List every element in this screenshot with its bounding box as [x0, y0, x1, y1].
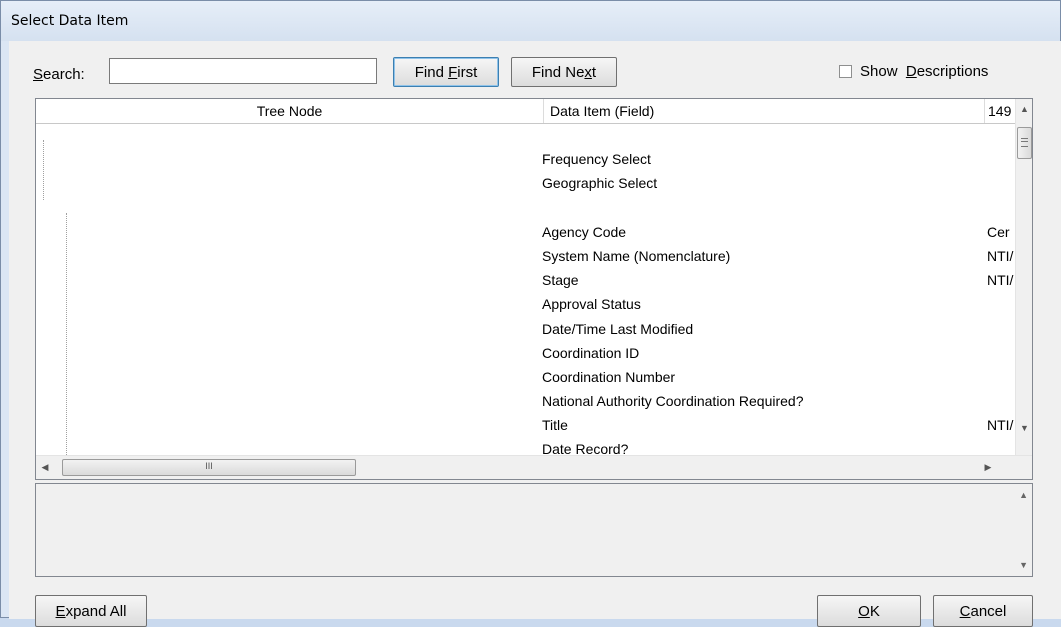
tree-guide-line — [66, 213, 67, 455]
data-item-cell: Frequency Select — [542, 151, 651, 168]
show-descriptions-toggle[interactable]: Show Descriptions — [839, 63, 988, 80]
data-item-cell: Coordination Number — [542, 368, 676, 385]
table-row[interactable]: [General Information]Coordination Number — [36, 365, 1015, 389]
description-panel: ▲ ▼ — [35, 483, 1033, 577]
search-input[interactable] — [109, 58, 377, 84]
column-149-cell: NTI/ — [987, 272, 1014, 289]
vertical-scrollbar[interactable]: ▲ ▼ — [1015, 99, 1032, 455]
data-item-cell: Approval Status — [542, 296, 641, 313]
table-row[interactable]: [General Information]StageNTI/ — [36, 268, 1015, 292]
ok-button[interactable]: OK — [817, 595, 921, 627]
vertical-scroll-thumb[interactable] — [1017, 127, 1032, 159]
find-first-button[interactable]: Find First — [393, 57, 499, 87]
data-item-cell: National Authority Coordination Required… — [542, 393, 804, 410]
column-149-cell: Cer — [987, 223, 1010, 240]
description-scroll-up-icon[interactable]: ▲ — [1019, 490, 1028, 500]
grid-header: Tree Node Data Item (Field) 149 — [36, 99, 1032, 124]
table-row[interactable]: [Certification] — [36, 123, 1015, 147]
column-149-cell: NTI/ — [987, 417, 1014, 434]
table-row[interactable]: [General Information]Date/Time Last Modi… — [36, 317, 1015, 341]
find-next-button[interactable]: Find Ne x t — [511, 57, 617, 87]
table-row[interactable]: SpecialGeographic Select — [36, 171, 1015, 195]
data-item-cell: Geographic Select — [542, 175, 658, 192]
horizontal-scroll-thumb[interactable]: III — [62, 459, 356, 476]
data-item-cell: Stage — [542, 272, 579, 289]
scroll-left-arrow-icon[interactable]: ◀ — [38, 460, 52, 474]
search-label: Search: — [33, 66, 85, 83]
table-row[interactable]: [General Information]Date Record? — [36, 437, 1015, 455]
column-header-tree-node[interactable]: Tree Node — [36, 99, 544, 123]
table-row[interactable]: [General Information]National Authority … — [36, 389, 1015, 413]
horizontal-scrollbar[interactable]: ◀ III ▶ — [36, 455, 1032, 479]
table-row[interactable]: [General Information]Approval Status — [36, 292, 1015, 316]
data-item-cell: System Name (Nomenclature) — [542, 247, 731, 264]
tree-guide-line — [43, 140, 44, 200]
data-item-cell: Agency Code — [542, 223, 627, 240]
table-row[interactable]: [General Information]TitleNTI/ — [36, 413, 1015, 437]
column-header-149[interactable]: 149 — [985, 99, 1015, 123]
data-item-cell: Date/Time Last Modified — [542, 320, 694, 337]
description-scroll-down-icon[interactable]: ▼ — [1019, 560, 1028, 570]
dialog-client-area: Search: Find First Find Ne x t Show Descri… — [9, 41, 1061, 627]
cancel-button[interactable]: Cancel — [933, 595, 1033, 627]
column-header-data-item[interactable]: Data Item (Field) — [544, 99, 985, 123]
grid-rows: [Certification]SpecialFrequency SelectSp… — [36, 123, 1015, 455]
title-bar[interactable]: Select Data Item — [1, 1, 1060, 41]
column-149-cell: NTI/ — [987, 247, 1014, 264]
table-row[interactable]: [General Information] — [36, 196, 1015, 220]
dialog-title: Select Data Item — [11, 13, 129, 29]
table-row[interactable]: SpecialFrequency Select — [36, 147, 1015, 171]
scroll-down-arrow-icon[interactable]: ▼ — [1016, 421, 1032, 435]
data-item-cell: Date Record? — [542, 441, 629, 455]
table-row[interactable]: [General Information]Agency CodeCer — [36, 220, 1015, 244]
show-descriptions-checkbox[interactable] — [839, 65, 852, 78]
scroll-right-arrow-icon[interactable]: ▶ — [981, 460, 995, 474]
scroll-up-arrow-icon[interactable]: ▲ — [1016, 102, 1032, 116]
show-descriptions-label: Show Descriptions — [860, 63, 989, 80]
data-item-tree-grid: Tree Node Data Item (Field) 149 [Certifi… — [35, 98, 1033, 480]
table-row[interactable]: [General Information]Coordination ID — [36, 341, 1015, 365]
data-item-cell: Title — [542, 417, 568, 434]
select-data-item-dialog: Select Data Item Search: Find First Find… — [0, 0, 1061, 627]
data-item-cell: Coordination ID — [542, 344, 640, 361]
expand-all-button[interactable]: Expand All — [35, 595, 147, 627]
table-row[interactable]: [General Information]System Name (Nomenc… — [36, 244, 1015, 268]
